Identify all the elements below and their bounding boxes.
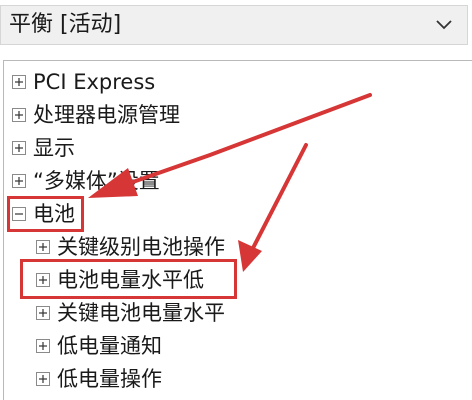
tree-item-low-battery-action[interactable]: 低电量操作	[36, 364, 162, 394]
power-plan-select[interactable]: 平衡 [活动]	[0, 5, 468, 45]
tree-item-battery[interactable]: 电池	[12, 199, 75, 229]
expand-plus-icon[interactable]	[12, 174, 26, 188]
tree-item-label: 低电量通知	[57, 334, 162, 358]
tree-item-low-battery-level[interactable]: 电池电量水平低	[36, 265, 204, 295]
expand-plus-icon[interactable]	[12, 108, 26, 122]
tree-item-low-battery-notification[interactable]: 低电量通知	[36, 331, 162, 361]
tree-item-label: PCI Express	[33, 70, 156, 94]
tree-item-display[interactable]: 显示	[12, 133, 75, 163]
tree-item-label: 低电量操作	[57, 367, 162, 391]
expand-plus-icon[interactable]	[36, 240, 50, 254]
power-options-screen: 平衡 [活动] PCI Express 处理器电源管理 显示 “多媒体”设置 电…	[0, 0, 472, 400]
tree-item-label: 关键电池电量水平	[57, 301, 225, 325]
collapse-minus-icon[interactable]	[12, 207, 26, 221]
chevron-down-icon[interactable]	[433, 16, 455, 34]
expand-plus-icon[interactable]	[36, 372, 50, 386]
power-plan-select-value: 平衡 [活动]	[9, 12, 122, 37]
tree-item-label: 显示	[33, 136, 75, 160]
expand-plus-icon[interactable]	[12, 75, 26, 89]
tree-item-critical-battery-level[interactable]: 关键电池电量水平	[36, 298, 225, 328]
expand-plus-icon[interactable]	[36, 306, 50, 320]
tree-item-label: “多媒体”设置	[33, 169, 160, 193]
tree-item-label: 电池电量水平低	[57, 268, 204, 292]
tree-item-multimedia[interactable]: “多媒体”设置	[12, 166, 160, 196]
expand-plus-icon[interactable]	[36, 273, 50, 287]
tree-item-processor-power[interactable]: 处理器电源管理	[12, 100, 180, 130]
tree-item-label: 处理器电源管理	[33, 103, 180, 127]
tree-item-pci-express[interactable]: PCI Express	[12, 67, 155, 97]
tree-item-label: 关键级别电池操作	[57, 235, 225, 259]
expand-plus-icon[interactable]	[36, 339, 50, 353]
tree-item-label: 电池	[33, 202, 75, 226]
expand-plus-icon[interactable]	[12, 141, 26, 155]
tree-item-critical-battery-action[interactable]: 关键级别电池操作	[36, 232, 225, 262]
